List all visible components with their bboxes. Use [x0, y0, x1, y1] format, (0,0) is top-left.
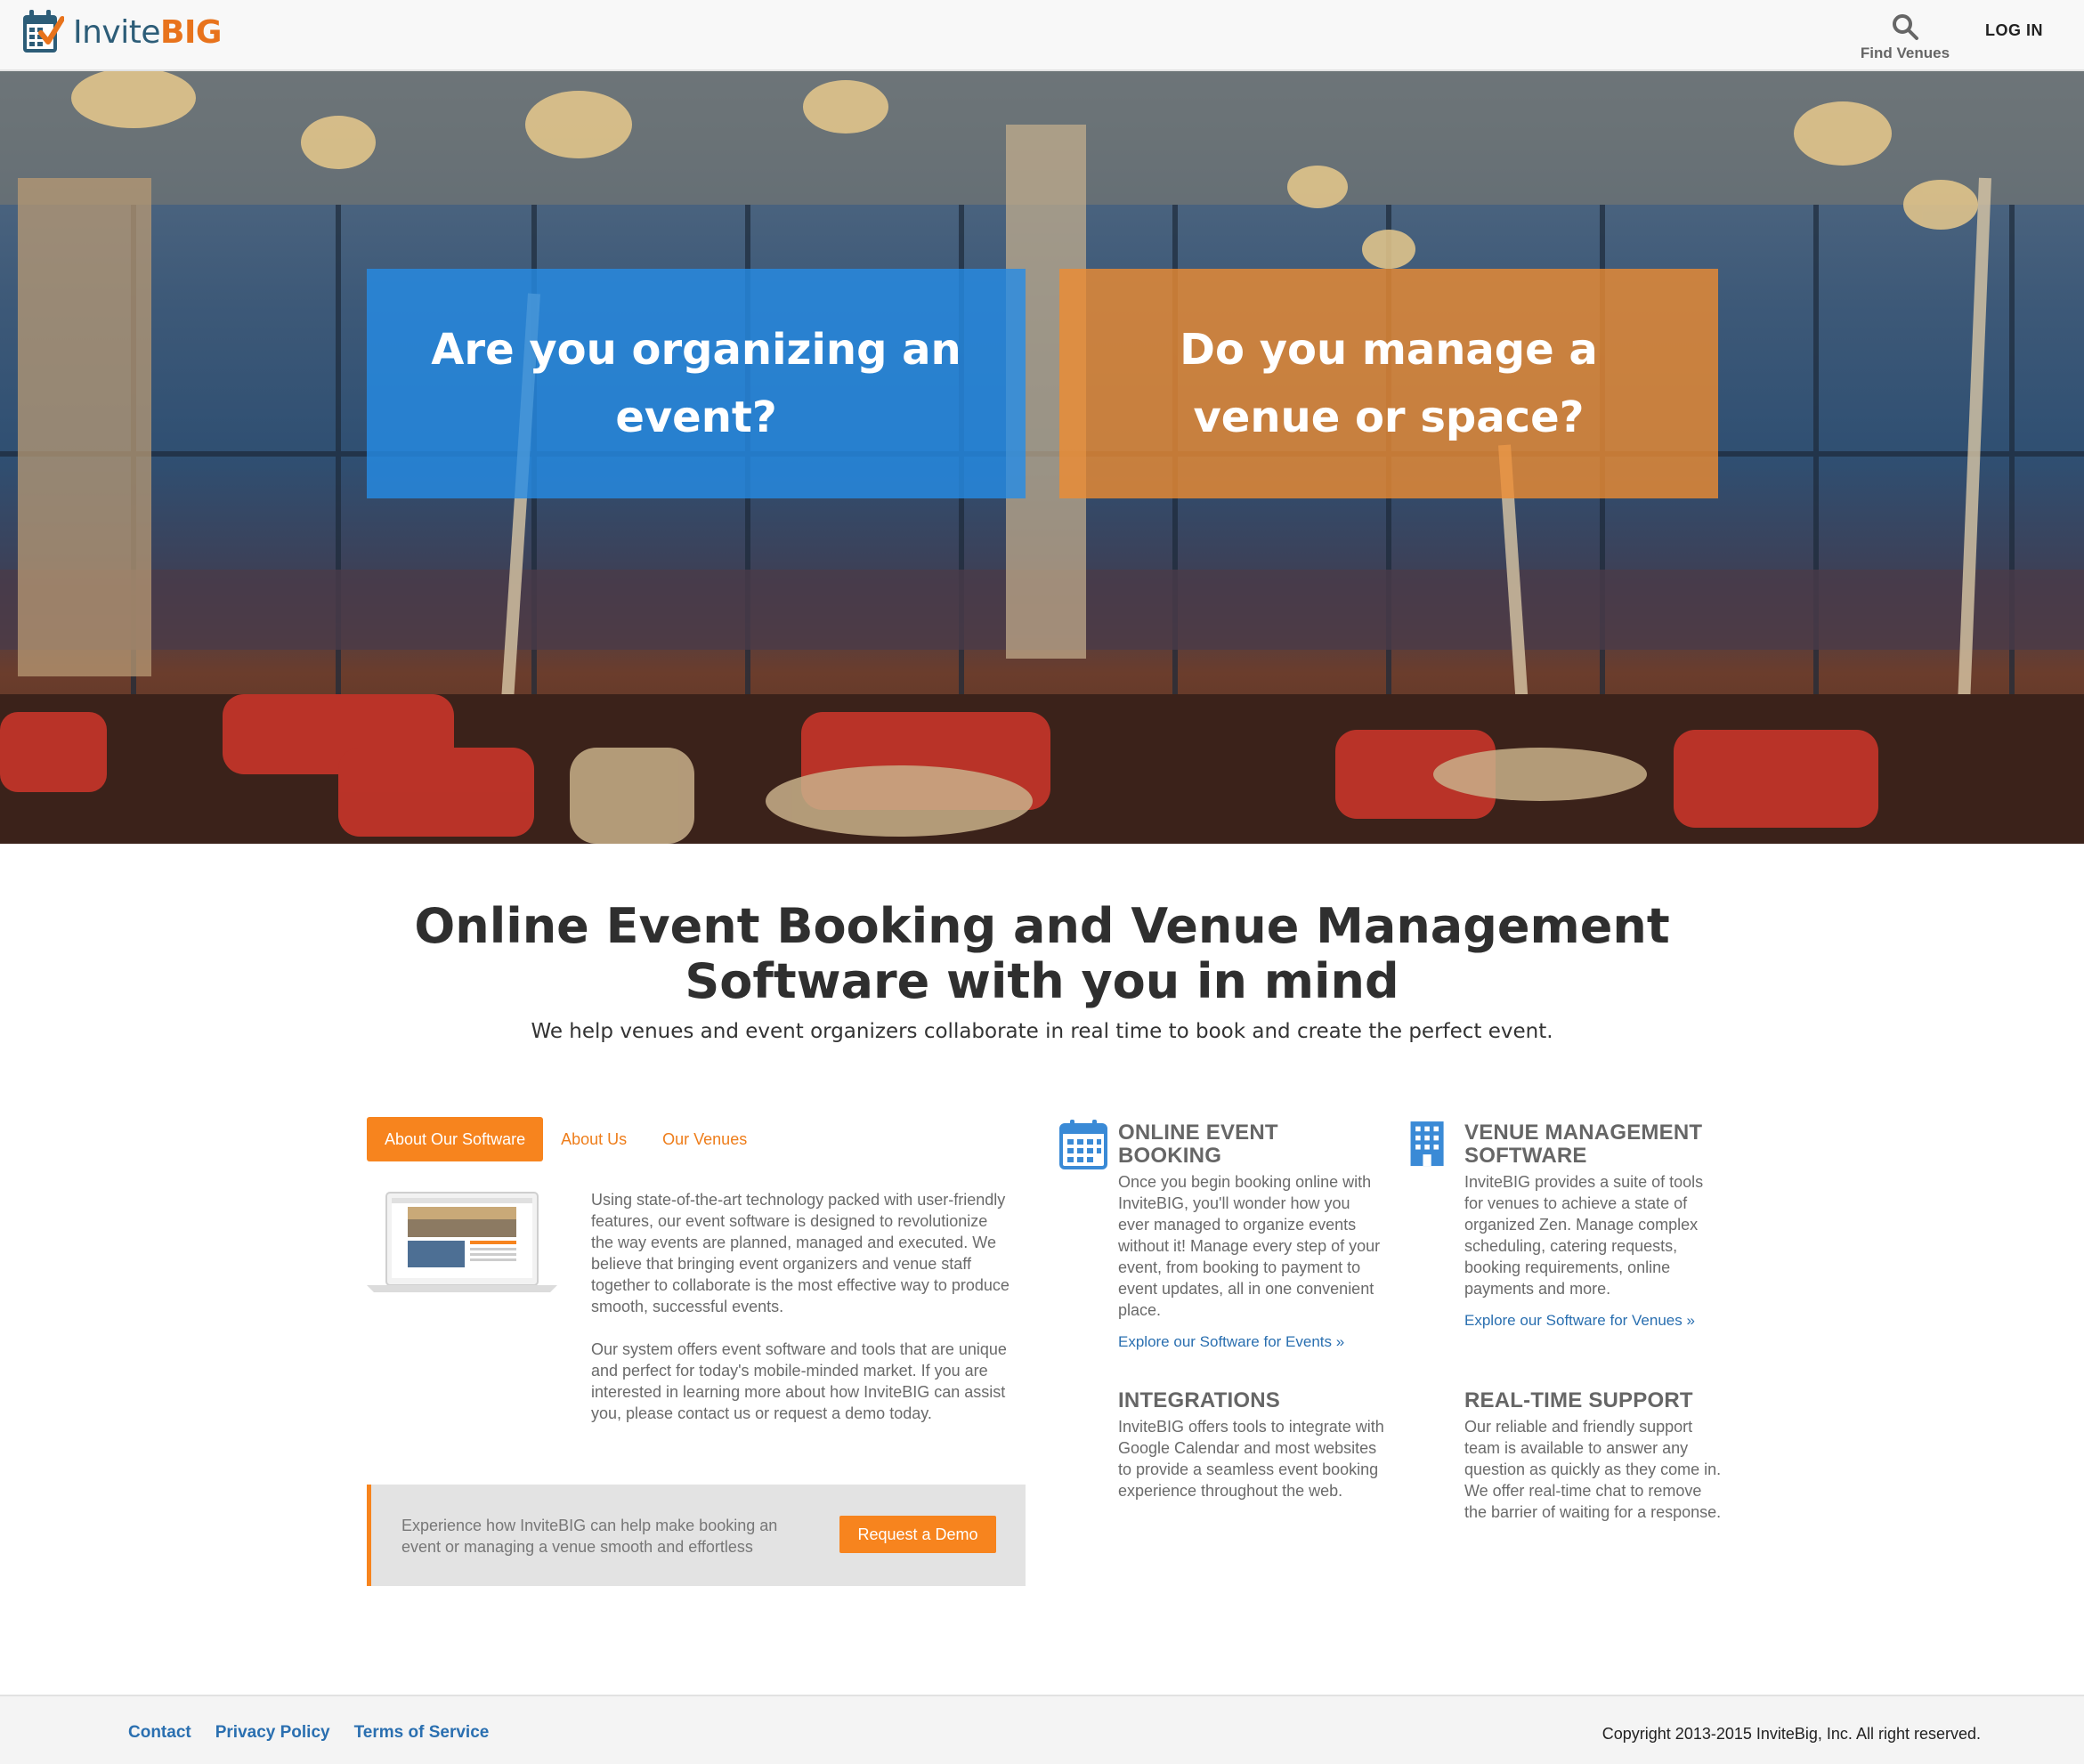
about-paragraph-1: Using state-of-the-art technology packed… [591, 1191, 1010, 1315]
logo-text-main: Invite [73, 13, 161, 51]
footer-links: Contact Privacy Policy Terms of Service [128, 1723, 489, 1743]
footer-link-contact[interactable]: Contact [128, 1723, 191, 1743]
invitebig-logo[interactable]: InviteBIG [21, 7, 222, 57]
feature-online-event-booking: ONLINE EVENT BOOKING Once you begin book… [1059, 1120, 1385, 1351]
tab-about-us[interactable]: About Us [543, 1117, 645, 1161]
hero-banner: Are you organizing an event? Do you mana… [0, 71, 2084, 844]
organizer-card[interactable]: Are you organizing an event? [367, 269, 1026, 498]
footer-link-privacy-policy[interactable]: Privacy Policy [215, 1723, 330, 1743]
footer-link-terms-of-service[interactable]: Terms of Service [354, 1723, 490, 1743]
demo-callout-text: Experience how InviteBIG can help make b… [401, 1517, 778, 1556]
feature-body: InviteBIG offers tools to integrate with… [1118, 1418, 1384, 1500]
site-footer: Contact Privacy Policy Terms of Service … [0, 1695, 2084, 1764]
page-subtitle: We help venues and event organizers coll… [531, 1020, 1553, 1043]
request-demo-button[interactable]: Request a Demo [839, 1516, 996, 1553]
find-venues-button[interactable]: Find Venues [1843, 12, 1967, 62]
request-demo-callout: Experience how InviteBIG can help make b… [367, 1485, 1026, 1586]
login-link[interactable]: LOG IN [1985, 21, 2043, 40]
copyright-text: Copyright 2013-2015 InviteBig, Inc. All … [1602, 1725, 1981, 1743]
calendar-icon [1059, 1120, 1107, 1169]
logo-text-accent: BIG [160, 13, 222, 51]
feature-body: Our reliable and friendly support team i… [1464, 1418, 1722, 1521]
feature-body: InviteBIG provides a suite of tools for … [1464, 1173, 1704, 1298]
tab-about-our-software[interactable]: About Our Software [367, 1117, 544, 1161]
hero-background-image [0, 71, 2084, 844]
site-header: InviteBIG Find Venues LOG IN [0, 0, 2084, 71]
laptop-screenshot-image [367, 1192, 557, 1292]
feature-title: REAL-TIME SUPPORT [1464, 1388, 1693, 1412]
about-software-text: Using state-of-the-art technology packed… [591, 1189, 1013, 1445]
explore-events-link[interactable]: Explore our Software for Events » [1118, 1333, 1344, 1351]
building-icon [1410, 1121, 1444, 1167]
about-paragraph-2: Our system offers event software and too… [591, 1340, 1007, 1422]
feature-title: ONLINE EVENT BOOKING [1118, 1121, 1278, 1168]
feature-title: VENUE MANAGEMENT SOFTWARE [1464, 1121, 1703, 1168]
feature-body: Once you begin booking online with Invit… [1118, 1173, 1381, 1319]
feature-title: INTEGRATIONS [1118, 1388, 1280, 1412]
search-icon [1893, 14, 1918, 40]
feature-real-time-support: REAL-TIME SUPPORT Our reliable and frien… [1464, 1389, 1723, 1523]
page-title: Online Event Booking and Venue Managemen… [414, 898, 1670, 1009]
logo-text: InviteBIG [73, 14, 222, 51]
calendar-logo-icon [23, 10, 64, 53]
feature-venue-management: VENUE MANAGEMENT SOFTWARE InviteBIG prov… [1410, 1121, 1723, 1330]
find-venues-label: Find Venues [1860, 45, 1950, 61]
explore-venues-link[interactable]: Explore our Software for Venues » [1464, 1312, 1695, 1330]
venue-card[interactable]: Do you manage a venue or space? [1059, 269, 1718, 498]
feature-integrations: INTEGRATIONS InviteBIG offers tools to i… [1118, 1389, 1385, 1501]
tab-our-venues[interactable]: Our Venues [645, 1117, 765, 1161]
about-tabs: About Our Software About Us Our Venues [367, 1117, 765, 1161]
